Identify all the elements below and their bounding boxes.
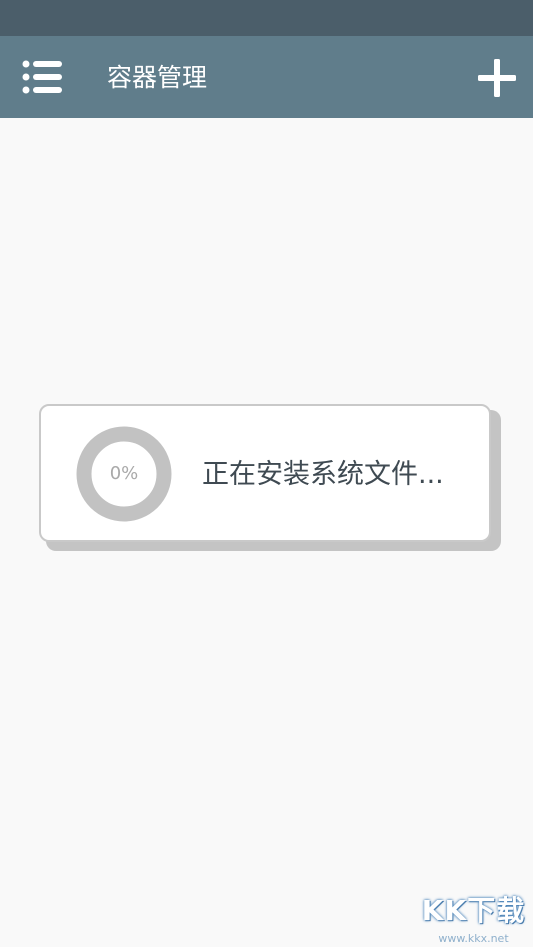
watermark-logo: KK下载 <box>421 894 526 927</box>
menu-list-icon[interactable] <box>22 59 62 95</box>
status-bar <box>0 0 533 36</box>
watermark: KK下载 www.kkx.net <box>414 893 533 947</box>
watermark-url: www.kkx.net <box>438 932 509 945</box>
app-bar <box>0 36 533 118</box>
plus-icon[interactable] <box>476 57 518 99</box>
dialog-message: 正在安装系统文件... <box>202 459 444 490</box>
progress-percent: 0% <box>109 463 139 484</box>
page-title: 容器管理 <box>107 63 208 92</box>
